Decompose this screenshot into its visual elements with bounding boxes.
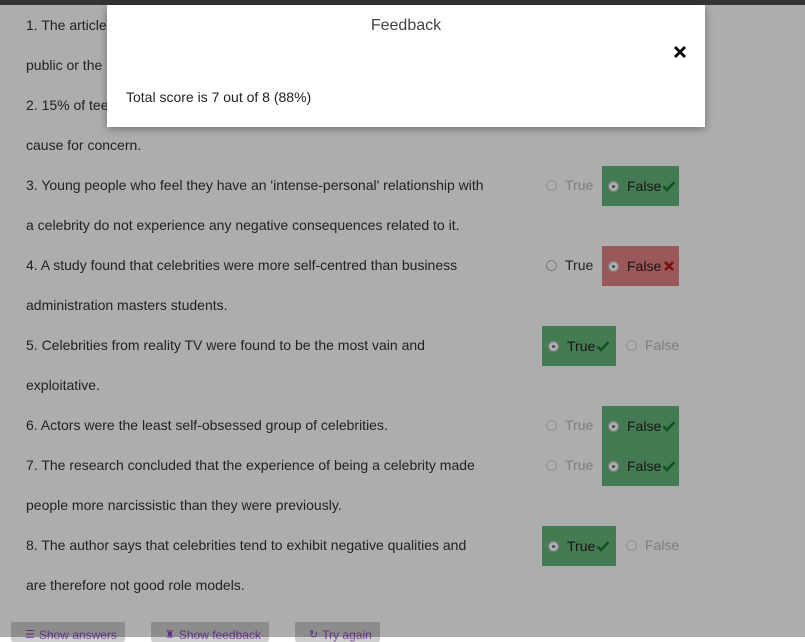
score-text: Total score is 7 out of 8 (88%) — [126, 89, 312, 105]
feedback-dialog: Feedback Total score is 7 out of 8 (88%) — [107, 5, 705, 127]
dialog-title: Feedback — [370, 17, 442, 34]
close-button[interactable] — [669, 41, 691, 63]
close-icon — [673, 45, 687, 59]
